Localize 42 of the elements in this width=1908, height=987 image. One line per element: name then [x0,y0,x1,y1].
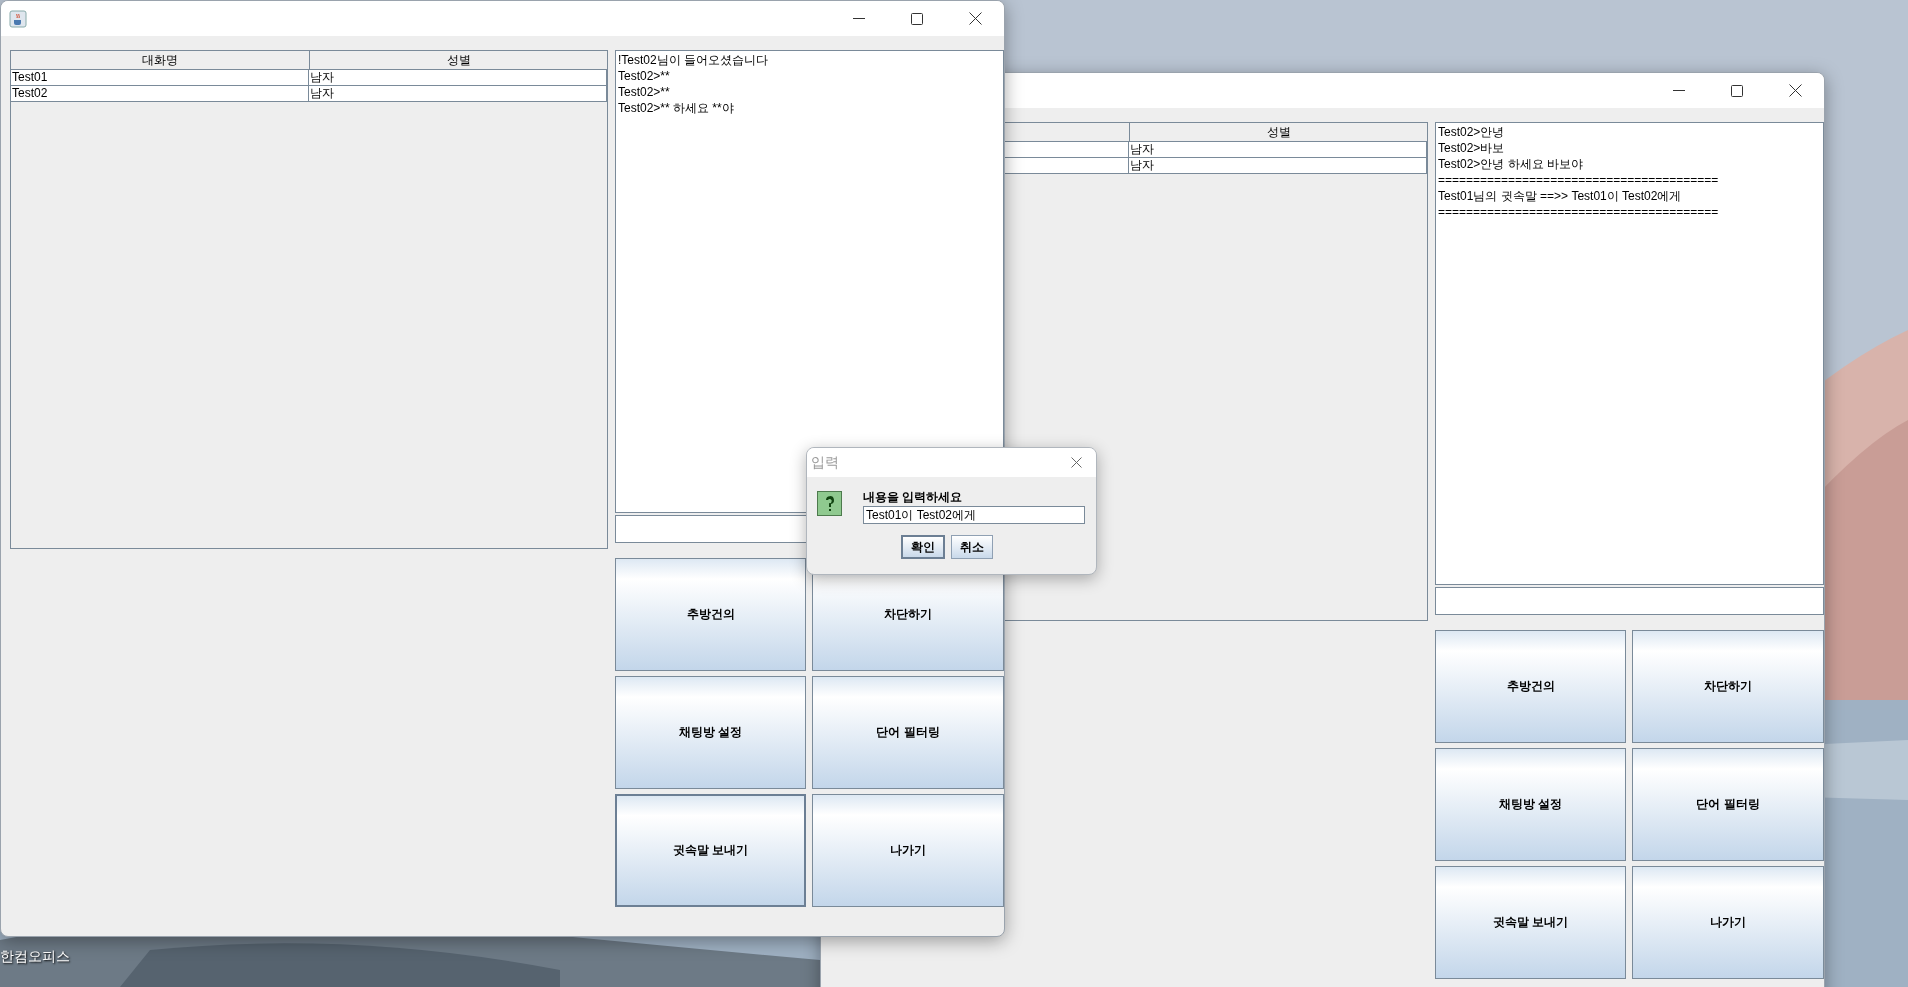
chat-line: Test02>** 하세요 **야 [618,100,735,116]
table-cell: 남자 [1129,142,1427,158]
table-cell: 남자 [309,70,607,86]
text-field[interactable]: Test01이 Test02에게 [863,506,1085,524]
minimize-icon [853,17,865,20]
action-button[interactable]: 나가기 [812,794,1004,907]
chat-line: !Test02님이 들어오셨습니다 [618,52,770,68]
action-button[interactable]: 귓속말 보내기 [1435,866,1626,979]
table-cell: 남자 [309,86,607,102]
dialog-message: 내용을 입력하세요 [863,489,964,505]
minimize-icon [1673,89,1685,92]
action-button[interactable]: 채팅방 설정 [615,676,806,789]
action-button[interactable]: 단어 필터링 [812,676,1004,789]
action-button[interactable]: 귓속말 보내기 [615,794,806,907]
action-button[interactable]: 차단하기 [1632,630,1824,743]
table-cell: 남자 [1129,158,1427,174]
table-cell: Test02 [11,86,309,102]
chat-line: ======================================== [1438,172,1720,188]
chat-line: Test02>바보 [1438,140,1506,156]
close-icon [968,12,982,25]
chat-line: Test02>안녕 하세요 바보야 [1438,156,1585,172]
dialog-button[interactable]: 취소 [951,535,993,559]
table-cell: Test01 [11,70,309,86]
shortcut-label[interactable]: 한컴오피스 [0,948,70,966]
action-button[interactable]: 추방건의 [1435,630,1626,743]
maximize-icon [911,12,923,25]
dialog-button[interactable]: 확인 [901,535,945,559]
action-button[interactable]: 추방건의 [615,558,806,671]
chat-line: Test02>** [618,84,671,100]
message-input[interactable] [1435,587,1824,615]
chat-line: Test02>안녕 [1438,124,1506,140]
dialog-title: 입력 [811,453,839,472]
close-icon [1070,457,1082,468]
action-button[interactable]: 채팅방 설정 [1435,748,1626,861]
chat-line: Test01님의 귓속말 ==>> Test01이 Test02에게 [1438,188,1683,204]
chat-line: ======================================== [1438,204,1720,220]
chat-line: Test02>** [618,68,671,84]
close-icon [1788,84,1802,97]
action-button[interactable]: 나가기 [1632,866,1824,979]
maximize-icon [1731,84,1743,97]
question-icon [817,491,843,517]
action-button[interactable]: 단어 필터링 [1632,748,1824,861]
